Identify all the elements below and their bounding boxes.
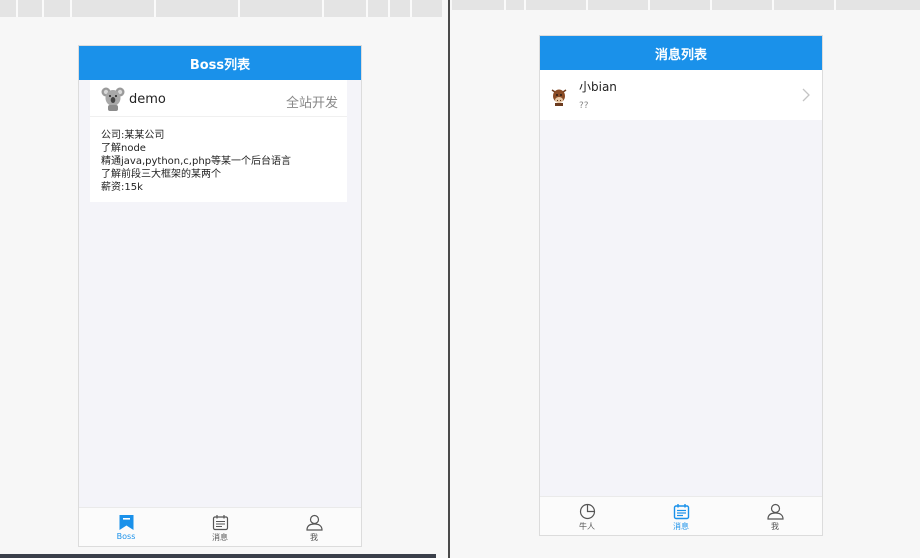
message-list-item[interactable]: 小bian ?? bbox=[540, 70, 822, 120]
description-line: 公司:某某公司 bbox=[101, 130, 165, 141]
calendar-icon bbox=[673, 504, 689, 520]
tab-label: Boss bbox=[116, 532, 136, 541]
tab-bar: 牛人 消息 我 bbox=[540, 496, 822, 535]
tab-boss[interactable]: Boss bbox=[79, 508, 173, 546]
description-line: 了解node bbox=[101, 143, 146, 154]
tab-bar: Boss 消息 我 bbox=[79, 507, 361, 546]
top-strip-left bbox=[0, 0, 442, 17]
page-title: 消息列表 bbox=[654, 47, 707, 63]
navbar: Boss列表 bbox=[79, 46, 361, 80]
description-line: 精通java,python,c,php等某一个后台语言 bbox=[101, 156, 291, 167]
bottom-taskbar-edge bbox=[0, 554, 436, 558]
pie-chart-icon bbox=[579, 503, 595, 520]
koala-avatar-icon bbox=[101, 87, 125, 111]
card-header: demo 全站开发 bbox=[90, 80, 347, 117]
tab-messages[interactable]: 消息 bbox=[173, 508, 267, 546]
calendar-icon bbox=[212, 515, 228, 531]
bookmark-icon bbox=[119, 515, 133, 530]
window-divider bbox=[448, 0, 450, 558]
message-preview: ?? bbox=[579, 101, 589, 111]
boss-name: demo bbox=[129, 92, 166, 107]
tab-label: 消息 bbox=[212, 533, 228, 542]
boss-card[interactable]: demo 全站开发 公司:某某公司 了解node 精通java,python,c… bbox=[90, 80, 347, 202]
tab-label: 消息 bbox=[673, 522, 689, 531]
tab-messages[interactable]: 消息 bbox=[634, 497, 728, 535]
top-strip-right bbox=[452, 0, 920, 10]
tab-me[interactable]: 我 bbox=[267, 508, 361, 546]
page-title: Boss列表 bbox=[189, 57, 251, 73]
message-list-screen: 消息列表 小bian ?? 牛人 消息 我 bbox=[539, 35, 823, 536]
description-line: 了解前段三大框架的某两个 bbox=[101, 169, 221, 180]
description-line: 薪资:15k bbox=[101, 182, 143, 193]
contact-name: 小bian bbox=[579, 80, 617, 94]
tab-label: 我 bbox=[310, 533, 318, 542]
tab-talents[interactable]: 牛人 bbox=[540, 497, 634, 535]
tab-label: 牛人 bbox=[579, 522, 595, 531]
chevron-right-icon bbox=[802, 88, 810, 102]
boss-list-screen: Boss列表 demo 全站开发 公司:某某公司 了解node 精通java,p… bbox=[78, 45, 362, 547]
boss-title: 全站开发 bbox=[285, 96, 338, 111]
tab-label: 我 bbox=[771, 522, 779, 531]
tab-me[interactable]: 我 bbox=[728, 497, 822, 535]
user-icon bbox=[766, 503, 784, 520]
cow-avatar-icon bbox=[551, 89, 567, 106]
user-icon bbox=[305, 514, 323, 531]
navbar: 消息列表 bbox=[540, 36, 822, 70]
boss-description: 公司:某某公司 了解node 精通java,python,c,php等某一个后台… bbox=[101, 129, 291, 194]
